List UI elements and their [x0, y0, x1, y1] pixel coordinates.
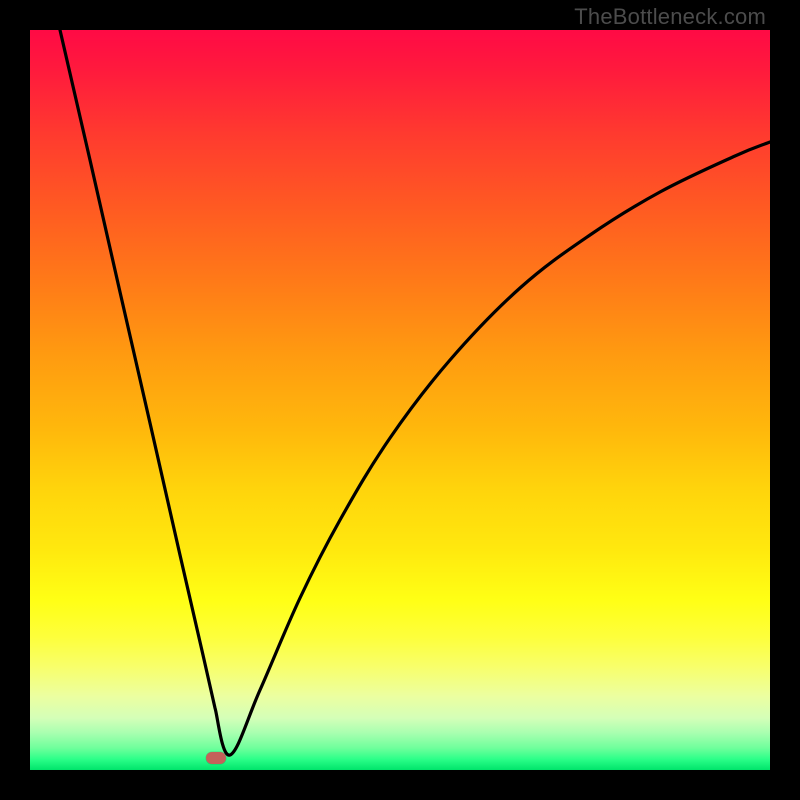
bottleneck-curve	[60, 30, 770, 755]
min-point-marker	[206, 752, 226, 764]
curve-svg	[30, 30, 770, 770]
watermark-text: TheBottleneck.com	[574, 4, 766, 30]
